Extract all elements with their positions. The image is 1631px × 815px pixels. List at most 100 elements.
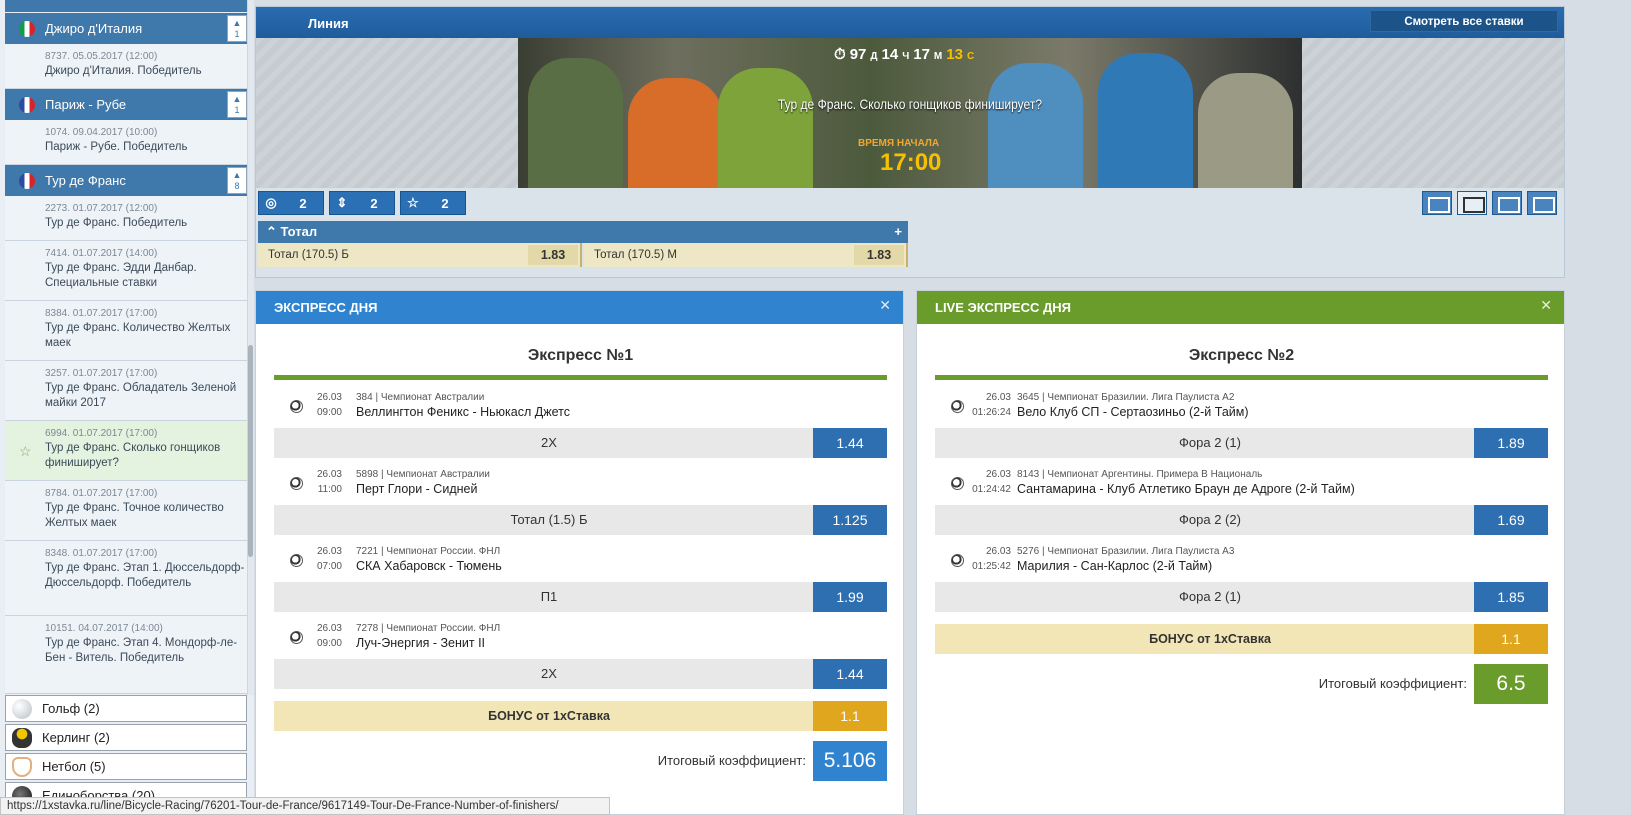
bet-total-over[interactable]: Тотал (170.5) Б 1.83 (258, 243, 582, 267)
express-pick: 2X 1.44 (274, 659, 887, 689)
rider-image (1198, 73, 1293, 188)
coef[interactable]: 1.44 (813, 659, 887, 689)
bonus-row: БОНУС от 1хСтавка 1.1 (274, 701, 887, 731)
coef[interactable]: 1.85 (1474, 582, 1548, 612)
france-flag-icon (19, 96, 35, 113)
coef[interactable]: 1.83 (854, 245, 904, 265)
champ-label: Париж - Рубе (45, 97, 127, 112)
bonus-coef: 1.1 (1474, 624, 1548, 654)
italy-flag-icon (19, 20, 35, 37)
champ-tour-de-france[interactable]: Тур де Франс ▲ 8 (5, 165, 251, 196)
sidebar-event[interactable]: 1074. 09.04.2017 (10:00) Париж - Рубе. П… (5, 120, 247, 165)
champ-paris-roubaix[interactable]: Париж - Рубе ▲ 1 (5, 89, 251, 120)
sport-curling[interactable]: Керлинг (2) (5, 724, 247, 751)
rider-image (528, 58, 623, 188)
plus-icon[interactable]: + (894, 224, 902, 239)
sidebar-event[interactable]: 8348. 01.07.2017 (17:00) Тур де Франс. Э… (5, 541, 247, 616)
express-title: Экспресс №1 (527, 347, 634, 364)
champ-collapse-button[interactable]: ▲ 8 (227, 167, 247, 194)
bet-total-under[interactable]: Тотал (170.5) М 1.83 (584, 243, 908, 267)
divider (935, 375, 1548, 380)
bonus-coef: 1.1 (813, 701, 887, 731)
stopwatch-icon: ⏱ (834, 46, 846, 63)
champ-collapse-button[interactable]: ▲ 1 (227, 15, 247, 42)
line-title: Линия (308, 16, 349, 31)
view-three-column-button[interactable] (1492, 191, 1522, 215)
divider (274, 375, 887, 380)
sport-netball[interactable]: Нетбол (5) (5, 753, 247, 780)
france-flag-icon (19, 172, 35, 189)
champ-label: Тур де Франс (45, 173, 126, 188)
start-time-label: ВРЕМЯ НАЧАЛА (858, 138, 940, 149)
sidebar-event-active[interactable]: ☆ 6994. 01.07.2017 (17:00) Тур де Франс.… (5, 421, 247, 481)
sidebar: Джиро д'Италия ▲ 1 8737. 05.05.2017 (12:0… (0, 0, 254, 815)
football-icon (951, 400, 964, 413)
sidebar-event[interactable]: 8737. 05.05.2017 (12:00) Джиро д'Италия.… (5, 44, 247, 89)
star-icon: ☆ (407, 195, 419, 210)
event-banner: ⏱ 97 Д 14 Ч 17 М 13 С Тур де Франс. Сколько … (518, 38, 1302, 188)
bonus-row: БОНУС от 1хСтавка 1.1 (935, 624, 1548, 654)
close-icon[interactable]: ✕ (879, 297, 891, 314)
express-pick: П1 1.99 (274, 582, 887, 612)
express-header: ЭКСПРЕСС ДНЯ ✕ (256, 291, 903, 324)
sidebar-event[interactable]: 8784. 01.07.2017 (17:00) Тур де Франс. Т… (5, 481, 247, 541)
rider-image (718, 68, 813, 188)
banner-title: Тур де Франс. Сколько гонщиков финишируе… (777, 96, 1043, 112)
sidebar-event[interactable]: 3257. 01.07.2017 (17:00) Тур де Франс. О… (5, 361, 247, 421)
football-icon (951, 554, 964, 567)
champ-label: Джиро д'Италия (45, 21, 143, 36)
view-two-column-button[interactable] (1457, 191, 1487, 215)
sidebar-event[interactable]: 8384. 01.07.2017 (17:00) Тур де Франс. К… (5, 301, 247, 361)
rider-image (628, 78, 723, 188)
star-icon[interactable]: ☆ (19, 443, 32, 460)
golf-ball-icon (12, 698, 32, 719)
football-icon (290, 400, 303, 413)
express-pick: Фора 2 (1) 1.89 (935, 428, 1548, 458)
express-pick: Тотал (1.5) Б 1.125 (274, 505, 887, 535)
start-time: 17:00 (880, 149, 942, 176)
sidebar-scrollbar-thumb[interactable] (248, 345, 253, 557)
final-coef-value[interactable]: 5.106 (813, 741, 887, 781)
final-coef-label: Итоговый коэффициент: (1318, 676, 1467, 691)
coef[interactable]: 1.83 (528, 245, 578, 265)
curling-stone-icon (12, 727, 32, 748)
coef[interactable]: 1.44 (813, 428, 887, 458)
view-collapse-button[interactable] (1527, 191, 1557, 215)
express-pick: 2X 1.44 (274, 428, 887, 458)
view-single-column-button[interactable] (1422, 191, 1452, 215)
market-total: ⌃ Тотал + Тотал (170.5) Б 1.83 Тотал (17… (258, 221, 908, 269)
chevron-up-icon: ⌃ (266, 224, 277, 239)
line-panel: Линия Смотреть все ставки ⏱ 97 Д 14 Ч 17 М … (255, 6, 1565, 278)
coef[interactable]: 1.99 (813, 582, 887, 612)
football-icon (290, 631, 303, 644)
coef[interactable]: 1.89 (1474, 428, 1548, 458)
counter-sort-button[interactable]: ⇕ 2 (329, 191, 395, 215)
sidebar-top-strip (5, 0, 247, 12)
countdown-timer: ⏱ 97 Д 14 Ч 17 М 13 С (834, 46, 975, 63)
final-coef-label: Итоговый коэффициент: (657, 753, 806, 768)
champ-collapse-button[interactable]: ▲ 1 (227, 91, 247, 118)
sidebar-event[interactable]: 7414. 01.07.2017 (14:00) Тур де Франс. Э… (5, 241, 247, 301)
sidebar-event[interactable]: 2273. 01.07.2017 (12:00) Тур де Франс. П… (5, 196, 247, 241)
counter-star-button[interactable]: ☆ 2 (400, 191, 466, 215)
football-icon (951, 477, 964, 490)
line-header: Линия Смотреть все ставки (256, 7, 1564, 38)
express-of-day-panel: ЭКСПРЕСС ДНЯ ✕ Экспресс №1 26.03 09:00 38… (255, 290, 904, 815)
netball-hoop-icon (12, 756, 32, 777)
coef[interactable]: 1.125 (813, 505, 887, 535)
sidebar-event[interactable]: 10151. 04.07.2017 (14:00) Тур де Франс. … (5, 616, 247, 694)
champ-giro[interactable]: Джиро д'Италия ▲ 1 (5, 13, 251, 44)
sport-golf[interactable]: Гольф (2) (5, 695, 247, 722)
coef[interactable]: 1.69 (1474, 505, 1548, 535)
final-coef-value[interactable]: 6.5 (1474, 664, 1548, 704)
rider-image (988, 63, 1083, 188)
market-header[interactable]: ⌃ Тотал + (258, 221, 908, 243)
target-icon: ◎ (265, 195, 277, 210)
counter-target-button[interactable]: ◎ 2 (258, 191, 324, 215)
close-icon[interactable]: ✕ (1540, 297, 1552, 314)
express-pick: Фора 2 (2) 1.69 (935, 505, 1548, 535)
see-all-bets-button[interactable]: Смотреть все ставки (1370, 10, 1558, 32)
sort-icon: ⇕ (336, 195, 348, 210)
live-express-of-day-panel: LIVE ЭКСПРЕСС ДНЯ ✕ Экспресс №2 26.03 01:… (916, 290, 1565, 815)
express-pick: Фора 2 (1) 1.85 (935, 582, 1548, 612)
